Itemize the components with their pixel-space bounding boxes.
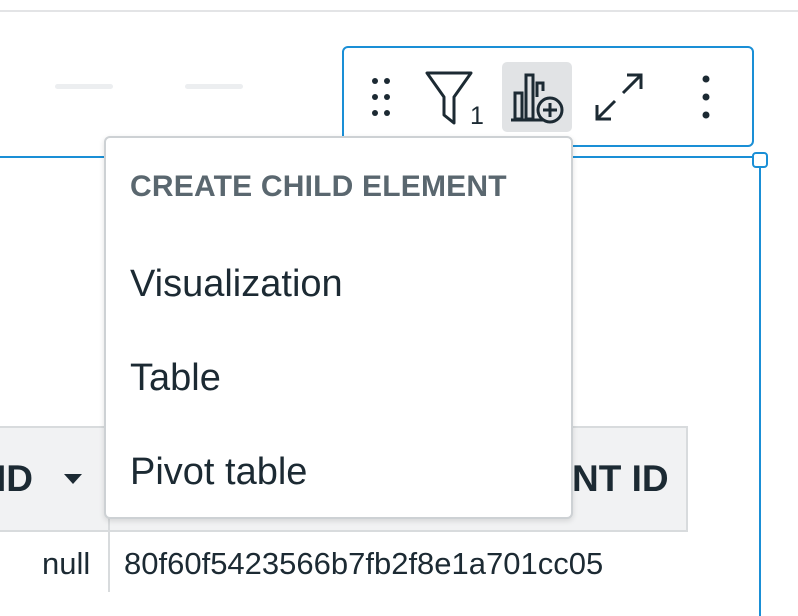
filter-count-badge: 1 [470, 102, 484, 130]
column-header-nt-id[interactable]: NT ID [572, 460, 669, 497]
menu-heading: CREATE CHILD ELEMENT [130, 170, 507, 203]
more-vertical-icon [702, 75, 710, 119]
loading-placeholder [185, 84, 243, 89]
top-border [0, 0, 798, 12]
create-child-element-menu: CREATE CHILD ELEMENT Visualization Table… [104, 136, 573, 519]
expand-icon [595, 73, 643, 121]
add-chart-icon [511, 73, 564, 124]
expand-button[interactable] [584, 62, 654, 132]
column-sort-caret-icon[interactable] [64, 474, 82, 484]
filter-icon [425, 71, 473, 125]
table-cell-clip: 80f60f5423566b7fb2f8e1a701cc05 [110, 534, 686, 592]
menu-item-visualization[interactable]: Visualization [106, 242, 571, 326]
table-cell: 80f60f5423566b7fb2f8e1a701cc05 [124, 546, 604, 581]
menu-item-pivot-table[interactable]: Pivot table [106, 430, 571, 514]
drag-handle-icon [372, 78, 390, 116]
resize-handle[interactable] [752, 152, 768, 168]
element-toolbar: 1 [342, 46, 754, 147]
column-header-id[interactable]: ID [0, 460, 33, 497]
loading-placeholder [55, 84, 113, 89]
create-child-element-button[interactable] [502, 62, 572, 132]
drag-handle-button[interactable] [362, 62, 400, 132]
menu-item-table[interactable]: Table [106, 336, 571, 420]
table-cell: null [42, 546, 91, 581]
more-options-button[interactable] [680, 62, 732, 132]
